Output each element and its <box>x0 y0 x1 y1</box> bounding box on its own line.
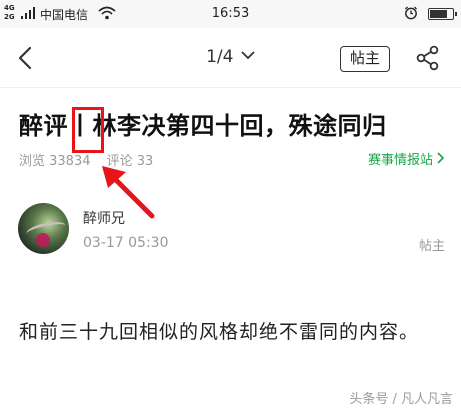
back-arrow-icon[interactable] <box>12 44 40 72</box>
article-body: 和前三十九回相似的风格却绝不雷同的内容。 <box>19 321 420 343</box>
battery-icon <box>428 8 457 20</box>
clock: 16:53 <box>211 6 250 21</box>
op-only-button[interactable]: 帖主 <box>340 46 390 72</box>
annotation-highlight-box <box>72 107 104 153</box>
op-badge: 帖主 <box>418 239 445 254</box>
page-selector[interactable]: 1/4 <box>180 47 281 67</box>
alarm-icon <box>405 6 417 20</box>
chevron-down-icon <box>241 51 255 60</box>
avatar[interactable] <box>18 203 69 254</box>
view-count: 浏览 33834 <box>19 154 91 169</box>
share-icon[interactable] <box>414 44 442 72</box>
post-time: 03-17 05:30 <box>83 235 169 251</box>
page-indicator: 1/4 <box>206 47 234 67</box>
watermark: 头条号 / 凡人凡言 <box>349 392 453 407</box>
source-name: 赛事情报站 <box>367 153 433 168</box>
battery-level <box>430 10 447 18</box>
status-bar: 4G 2G 中国电信 16:53 <box>0 0 461 28</box>
source-link[interactable]: 赛事情报站 <box>368 149 445 168</box>
chevron-right-icon <box>437 152 445 164</box>
author-name[interactable]: 醉师兄 <box>83 208 125 228</box>
nav-bar: 1/4 帖主 <box>0 28 461 88</box>
